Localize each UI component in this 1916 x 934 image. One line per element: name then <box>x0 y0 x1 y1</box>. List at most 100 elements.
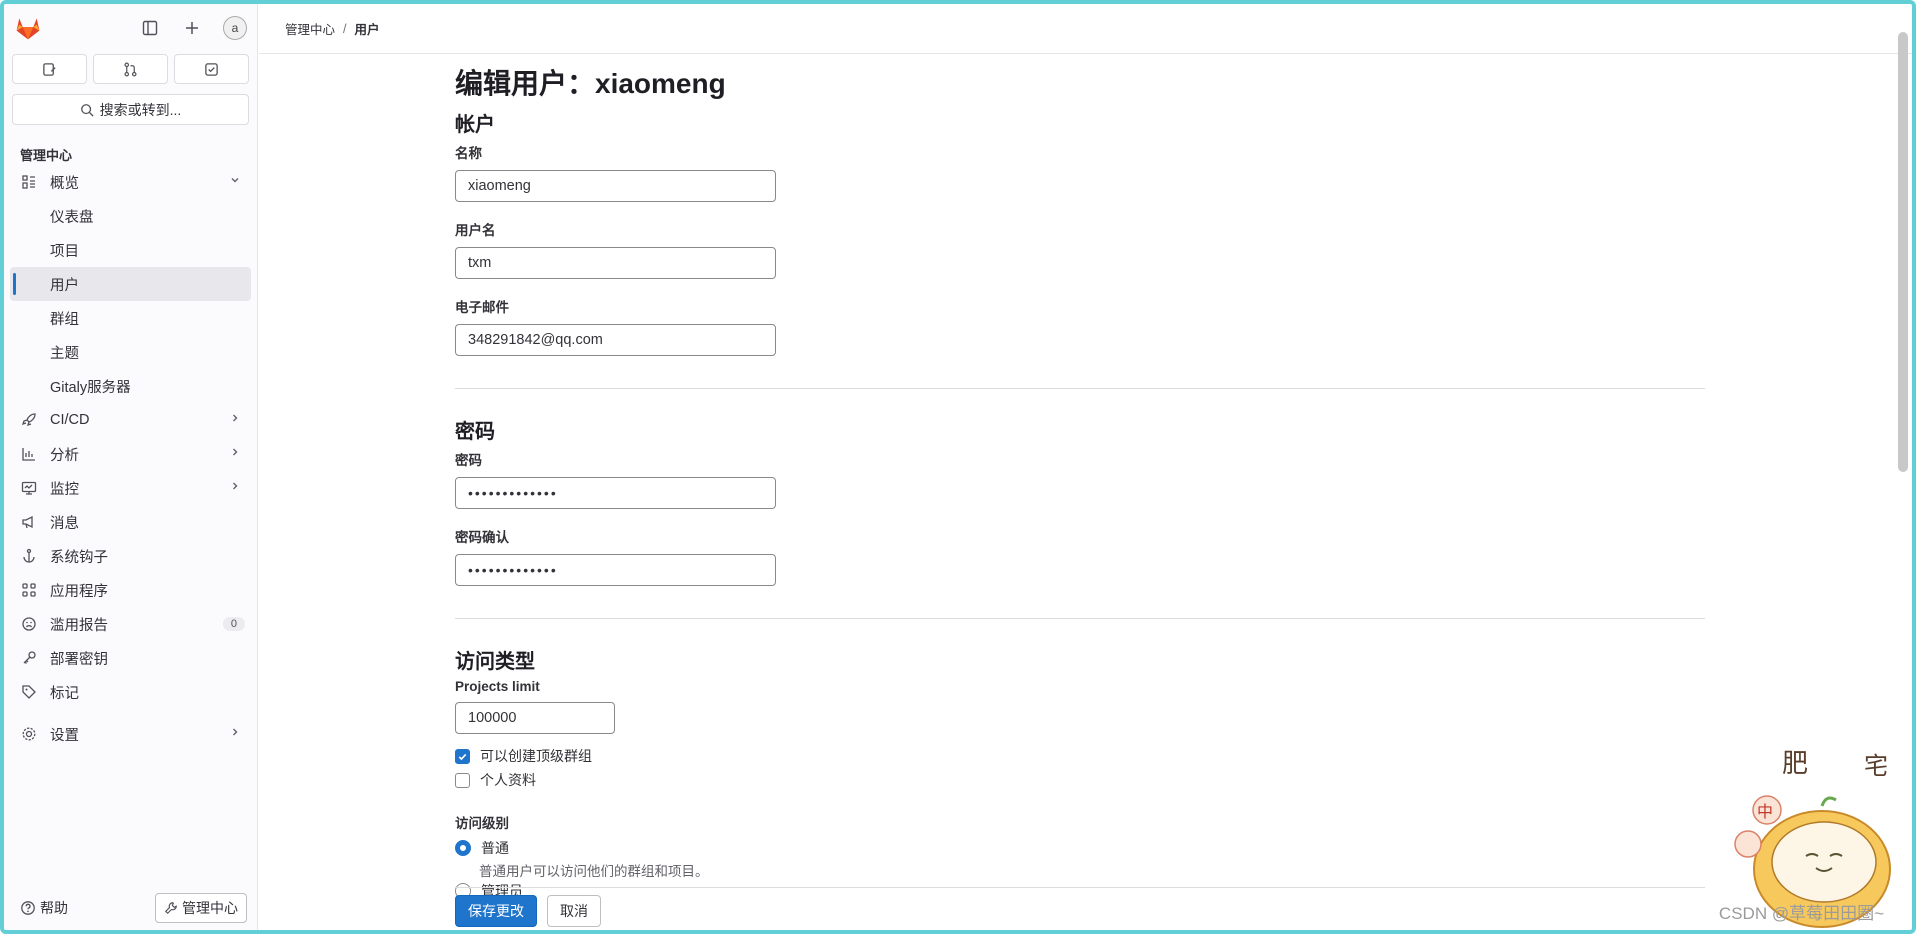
divider <box>455 388 1705 389</box>
chevron-right-icon <box>229 412 241 428</box>
bullhorn-icon <box>20 513 38 531</box>
password-confirm-field[interactable]: ••••••••••••• <box>455 554 776 586</box>
create-new-icon[interactable] <box>181 17 203 39</box>
password-label: 密码 <box>455 453 482 468</box>
sidebar-item-abuse-reports[interactable]: 滥用报告 0 <box>4 607 257 641</box>
name-label: 名称 <box>455 146 482 161</box>
merge-request-icon <box>124 62 137 76</box>
merge-requests-button[interactable] <box>93 54 168 84</box>
quick-actions <box>4 54 257 84</box>
key-icon <box>20 649 38 667</box>
anchor-icon <box>20 547 38 565</box>
sidebar-item-label: 标记 <box>50 685 79 702</box>
sidebar: a 搜索或转到... 管理中心 概览 仪表盘 项目 用户 群组 主题 Gital… <box>4 4 258 930</box>
name-field[interactable]: xiaomeng <box>455 170 776 202</box>
sidebar-item-gitaly[interactable]: Gitaly服务器 <box>4 369 257 403</box>
help-icon <box>21 901 35 915</box>
issues-button[interactable] <box>12 54 87 84</box>
sidebar-toggle-icon[interactable] <box>139 17 161 39</box>
apps-icon <box>20 581 38 599</box>
projects-limit-label: Projects limit <box>455 679 540 694</box>
gitlab-logo-icon[interactable] <box>14 14 42 42</box>
sidebar-item-messages[interactable]: 消息 <box>4 505 257 539</box>
account-heading: 帐户 <box>455 114 495 136</box>
sidebar-item-topics[interactable]: 主题 <box>4 335 257 369</box>
help-button[interactable]: 帮助 <box>20 898 68 918</box>
todo-button[interactable] <box>174 54 249 84</box>
svg-text:宅: 宅 <box>1864 752 1888 780</box>
access-level-label: 访问级别 <box>455 816 509 831</box>
chart-icon <box>20 445 38 463</box>
count-badge: 0 <box>222 617 245 631</box>
username-field[interactable]: txm <box>455 247 776 279</box>
username-label: 用户名 <box>455 223 496 238</box>
sidebar-item-users[interactable]: 用户 <box>10 267 251 301</box>
sidebar-footer: 帮助 管理中心 <box>4 886 257 930</box>
sidebar-item-label: 监控 <box>50 481 79 498</box>
search-icon <box>80 103 94 117</box>
svg-text:中: 中 <box>1757 802 1773 821</box>
sidebar-item-groups[interactable]: 群组 <box>4 301 257 335</box>
email-field[interactable]: 348291842@qq.com <box>455 324 776 356</box>
admin-area-button[interactable]: 管理中心 <box>155 893 247 923</box>
password-confirm-label: 密码确认 <box>455 530 509 545</box>
overview-icon <box>20 173 38 191</box>
projects-limit-field[interactable]: 100000 <box>455 702 615 734</box>
sidebar-item-label: CI/CD <box>50 412 90 428</box>
sidebar-section-title: 管理中心 <box>20 148 73 163</box>
sidebar-item-label: 滥用报告 <box>50 617 108 634</box>
sidebar-item-labels[interactable]: 标记 <box>4 675 257 709</box>
avatar[interactable]: a <box>223 16 247 40</box>
private-profile-option[interactable]: 个人资料 <box>455 768 1705 792</box>
breadcrumb: 管理中心 / 用户 <box>259 4 1912 54</box>
search-label: 搜索或转到... <box>99 101 182 118</box>
sidebar-item-label: 概览 <box>50 175 79 192</box>
vertical-scrollbar[interactable] <box>1898 32 1908 472</box>
sidebar-item-label: 分析 <box>50 447 79 464</box>
save-button[interactable]: 保存更改 <box>455 895 537 927</box>
regular-label: 普通 <box>481 840 509 856</box>
sidebar-item-monitoring[interactable]: 监控 <box>4 471 257 505</box>
access-level-regular-option[interactable]: 普通 <box>455 836 1705 860</box>
sidebar-item-dashboard[interactable]: 仪表盘 <box>4 199 257 233</box>
sidebar-item-settings[interactable]: 设置 <box>4 717 257 751</box>
sidebar-item-deploy-keys[interactable]: 部署密钥 <box>4 641 257 675</box>
sidebar-item-system-hooks[interactable]: 系统钩子 <box>4 539 257 573</box>
sidebar-header: a <box>4 4 257 52</box>
password-heading: 密码 <box>455 421 495 443</box>
regular-radio[interactable] <box>455 840 471 856</box>
private-profile-checkbox[interactable] <box>455 772 470 788</box>
access-heading: 访问类型 <box>455 651 535 673</box>
sidebar-item-label: 应用程序 <box>50 583 108 600</box>
cancel-button[interactable]: 取消 <box>547 895 601 927</box>
sidebar-item-label: 系统钩子 <box>50 549 108 566</box>
svg-text:肥: 肥 <box>1782 749 1808 779</box>
gear-icon <box>20 725 38 743</box>
can-create-group-checkbox[interactable] <box>455 748 470 764</box>
help-label: 帮助 <box>40 900 68 916</box>
watermark: CSDN @草莓田田圈~ <box>1718 904 1884 923</box>
chevron-down-icon <box>229 174 241 190</box>
sidebar-item-label: 部署密钥 <box>50 651 108 668</box>
breadcrumb-parent[interactable]: 管理中心 <box>285 19 335 38</box>
password-field[interactable]: ••••••••••••• <box>455 477 776 509</box>
can-create-group-option[interactable]: 可以创建顶级群组 <box>455 744 1705 768</box>
sidebar-item-cicd[interactable]: CI/CD <box>4 403 257 437</box>
sidebar-item-label: 设置 <box>50 727 79 744</box>
label-icon <box>20 683 38 701</box>
page-title: 编辑用户：xiaomeng <box>455 68 726 99</box>
sidebar-item-applications[interactable]: 应用程序 <box>4 573 257 607</box>
chevron-right-icon <box>229 446 241 462</box>
search-button[interactable]: 搜索或转到... <box>12 94 249 125</box>
sidebar-item-analytics[interactable]: 分析 <box>4 437 257 471</box>
sidebar-item-overview[interactable]: 概览 <box>4 165 257 199</box>
regular-help-text: 普通用户可以访问他们的群组和项目。 <box>479 864 709 879</box>
can-create-group-label: 可以创建顶级群组 <box>480 748 592 764</box>
sidebar-item-projects[interactable]: 项目 <box>4 233 257 267</box>
issues-icon <box>43 62 56 76</box>
sidebar-item-label: 消息 <box>50 515 79 532</box>
todo-icon <box>205 62 218 76</box>
private-profile-label: 个人资料 <box>480 772 536 788</box>
breadcrumb-current[interactable]: 用户 <box>355 19 380 38</box>
wrench-icon <box>164 902 177 915</box>
